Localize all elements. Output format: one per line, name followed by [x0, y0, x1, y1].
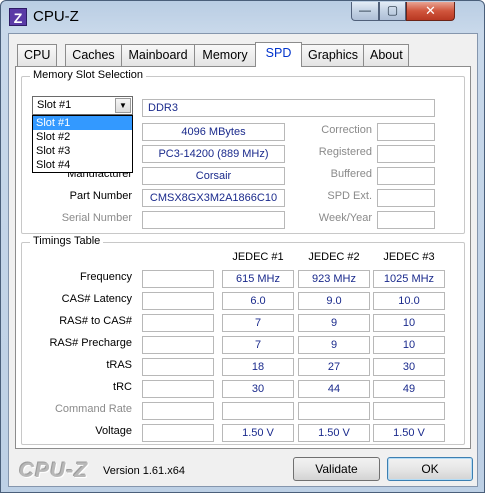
timing-value: 1.50 V — [373, 424, 445, 442]
registered-label: Registered — [318, 146, 372, 158]
column-header: JEDEC #1 — [232, 251, 284, 263]
client-area: CPU Caches Mainboard Memory SPD Graphics… — [8, 33, 478, 487]
timing-value — [373, 402, 445, 420]
cpuz-window: Z CPU-Z — ▢ ✕ CPU Caches Mainboard Memor… — [0, 0, 485, 493]
timing-blank-field — [142, 336, 214, 354]
slot-option[interactable]: Slot #4 — [33, 158, 132, 172]
week-year-field — [377, 211, 435, 229]
window-title: CPU-Z — [33, 8, 79, 25]
version-label: Version 1.61.x64 — [103, 465, 185, 477]
spd-ext-field — [377, 189, 435, 207]
module-size-field: 4096 MBytes — [142, 123, 285, 141]
timing-blank-field — [142, 314, 214, 332]
timing-row-label: Voltage — [95, 425, 132, 437]
max-bandwidth-field: PC3-14200 (889 MHz) — [142, 145, 285, 163]
timings-group: Timings Table JEDEC #1 JEDEC #2 JEDEC #3… — [21, 235, 465, 445]
close-button[interactable]: ✕ — [406, 2, 455, 21]
buffered-field — [377, 167, 435, 185]
timing-value: 7 — [222, 336, 294, 354]
timing-value: 10 — [373, 336, 445, 354]
manufacturer-field: Corsair — [142, 167, 285, 185]
timing-row-label: tRAS — [106, 359, 132, 371]
part-number-label: Part Number — [69, 190, 132, 202]
timing-blank-field — [142, 402, 214, 420]
column-header: JEDEC #3 — [383, 251, 435, 263]
timing-value: 10 — [373, 314, 445, 332]
timing-value: 30 — [373, 358, 445, 376]
timing-value: 30 — [222, 380, 294, 398]
timing-blank-field — [142, 424, 214, 442]
memory-type-field: DDR3 — [142, 99, 435, 117]
maximize-button[interactable]: ▢ — [379, 2, 406, 21]
column-header: JEDEC #2 — [308, 251, 360, 263]
slot-option[interactable]: Slot #2 — [33, 130, 132, 144]
registered-field — [377, 145, 435, 163]
cpuz-app-icon: Z — [9, 8, 27, 26]
chevron-down-icon[interactable]: ▼ — [115, 98, 131, 113]
minimize-button[interactable]: — — [351, 2, 379, 21]
correction-field — [377, 123, 435, 141]
part-number-field: CMSX8GX3M2A1866C10 — [142, 189, 285, 207]
timing-value — [298, 402, 370, 420]
slot-dropdown-list: Slot #1 Slot #2 Slot #3 Slot #4 — [32, 115, 133, 173]
tab-caches[interactable]: Caches — [65, 44, 122, 66]
slot-option[interactable]: Slot #3 — [33, 144, 132, 158]
tab-about[interactable]: About — [363, 44, 409, 66]
timing-value: 6.0 — [222, 292, 294, 310]
memory-slot-group-title: Memory Slot Selection — [30, 69, 147, 81]
timing-value — [222, 402, 294, 420]
timing-value: 1025 MHz — [373, 270, 445, 288]
tab-strip: CPU Caches Mainboard Memory SPD Graphics… — [17, 42, 472, 67]
timings-group-title: Timings Table — [30, 235, 104, 247]
timing-value: 49 — [373, 380, 445, 398]
timing-value: 9 — [298, 314, 370, 332]
serial-number-field — [142, 211, 285, 229]
cpuz-logo: CPU-Z — [19, 459, 89, 482]
timing-blank-field — [142, 380, 214, 398]
timing-value: 18 — [222, 358, 294, 376]
tab-spd[interactable]: SPD — [255, 42, 302, 67]
timing-row-label: RAS# Precharge — [49, 337, 132, 349]
timing-value: 1.50 V — [222, 424, 294, 442]
slot-option[interactable]: Slot #1 — [33, 116, 132, 130]
timing-value: 7 — [222, 314, 294, 332]
timing-row-label: Frequency — [80, 271, 132, 283]
spd-ext-label: SPD Ext. — [327, 190, 372, 202]
timing-blank-field — [142, 358, 214, 376]
title-bar[interactable]: Z CPU-Z — ▢ ✕ — [1, 1, 484, 33]
slot-select-value: Slot #1 — [37, 99, 72, 111]
timing-value: 923 MHz — [298, 270, 370, 288]
timing-row-label: CAS# Latency — [61, 293, 132, 305]
buffered-label: Buffered — [330, 168, 372, 180]
validate-button[interactable]: Validate — [293, 457, 380, 481]
timing-value: 44 — [298, 380, 370, 398]
tab-graphics[interactable]: Graphics — [301, 44, 364, 66]
slot-select[interactable]: Slot #1 ▼ — [32, 96, 133, 115]
timing-value: 27 — [298, 358, 370, 376]
correction-label: Correction — [321, 124, 372, 136]
spd-panel: Memory Slot Selection Slot #1 ▼ Slot #1 … — [15, 66, 471, 449]
timing-value: 1.50 V — [298, 424, 370, 442]
timing-row-label: RAS# to CAS# — [59, 315, 132, 327]
timing-value: 615 MHz — [222, 270, 294, 288]
timing-row-label: Command Rate — [54, 403, 132, 415]
tab-cpu[interactable]: CPU — [17, 44, 57, 66]
timing-value: 9 — [298, 336, 370, 354]
memory-slot-group: Memory Slot Selection Slot #1 ▼ Slot #1 … — [21, 69, 465, 234]
timing-blank-field — [142, 292, 214, 310]
ok-button[interactable]: OK — [387, 457, 473, 481]
timing-row-label: tRC — [113, 381, 132, 393]
week-year-label: Week/Year — [318, 212, 372, 224]
timing-value: 9.0 — [298, 292, 370, 310]
serial-number-label: Serial Number — [61, 212, 132, 224]
timing-value: 10.0 — [373, 292, 445, 310]
tab-memory[interactable]: Memory — [194, 44, 256, 66]
timing-blank-field — [142, 270, 214, 288]
tab-mainboard[interactable]: Mainboard — [121, 44, 195, 66]
